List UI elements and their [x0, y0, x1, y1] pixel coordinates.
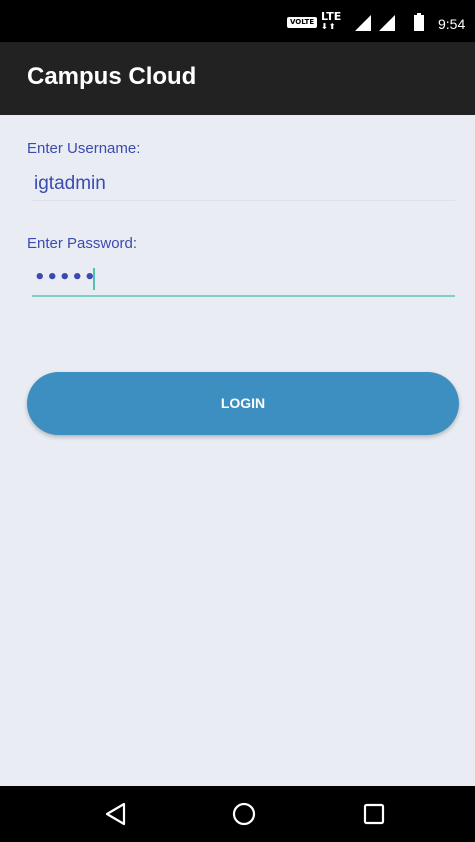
- app-title: Campus Cloud: [27, 63, 197, 90]
- username-input[interactable]: igtadmin: [32, 167, 455, 201]
- username-label: Enter Username:: [27, 140, 141, 157]
- password-label: Enter Password:: [27, 235, 138, 252]
- status-bar: VOLTE LTE ⬇⬆ 9:54: [0, 0, 475, 42]
- lte-icon: LTE ⬇⬆: [321, 11, 341, 32]
- app-bar: Campus Cloud: [0, 42, 475, 115]
- text-caret: [93, 268, 95, 290]
- login-button[interactable]: LOGIN: [27, 372, 459, 435]
- battery-icon: [414, 13, 424, 31]
- volte-icon: VOLTE: [287, 17, 318, 28]
- home-icon[interactable]: [230, 802, 258, 826]
- password-input[interactable]: •••••: [32, 262, 455, 297]
- password-value: •••••: [34, 267, 97, 288]
- recents-icon[interactable]: [360, 802, 388, 826]
- clock-time: 9:54: [438, 16, 466, 32]
- data-arrows-icon: ⬇⬆: [321, 22, 337, 31]
- navigation-bar: [0, 786, 475, 842]
- signal-icon: [355, 15, 371, 31]
- back-icon[interactable]: [102, 802, 130, 826]
- signal-icon: [379, 15, 395, 31]
- username-value: igtadmin: [34, 173, 106, 194]
